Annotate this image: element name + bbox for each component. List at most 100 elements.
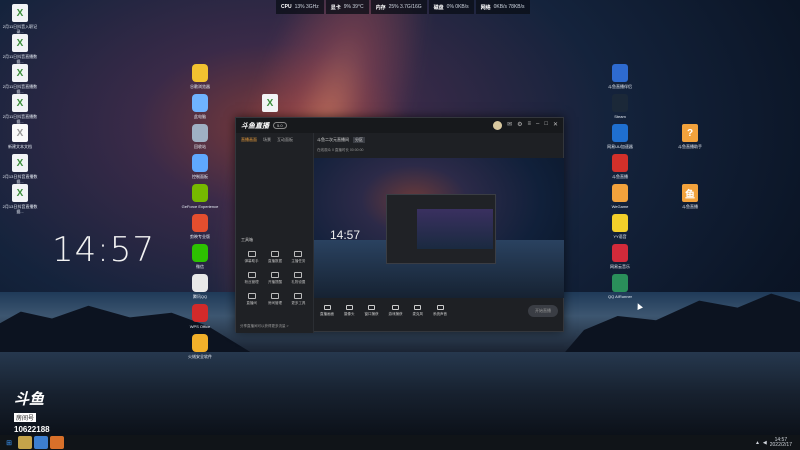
toolbar-icon — [323, 305, 331, 310]
help-icon: ? — [682, 124, 698, 142]
system-tray[interactable]: ▲ ◀ 14:57 2022/2/17 — [755, 437, 800, 448]
desktop-icon[interactable]: GeForce Experience — [180, 184, 220, 209]
tool-item[interactable]: 房间管理 — [263, 293, 286, 306]
toolbar-button[interactable]: 直播画面 — [320, 305, 334, 317]
user-avatar[interactable] — [493, 121, 503, 130]
network-icon[interactable]: ▲ — [755, 440, 760, 446]
desktop-icon[interactable]: QQ AIRunner — [600, 274, 640, 299]
tool-label: 房间管理 — [267, 301, 282, 305]
toolbar-icon — [392, 305, 399, 310]
live-streaming-app-window[interactable]: 斗鱼直播 5.0 ✉ ⚙ ≡ – □ ✕ 直播画面 场景 互动面板 工具箱 弹幕… — [235, 117, 564, 333]
desktop-icon[interactable]: 斗鱼直播 — [600, 154, 640, 179]
desktop-icon[interactable]: 谷歌浏览器 — [180, 64, 220, 89]
tool-icon — [294, 251, 303, 257]
desktop-icon[interactable]: 此电脑 — [180, 94, 220, 119]
taskbar-app-icon[interactable] — [50, 436, 64, 449]
menu-icon[interactable]: ≡ — [527, 121, 531, 130]
desktop-icon[interactable]: Steam — [600, 94, 640, 119]
desktop-icon-label: 2月11日抖音入职记录... — [2, 24, 38, 34]
qq-icon — [192, 274, 208, 292]
desktop-icon[interactable]: X 2月13日抖音直播数据... — [0, 154, 40, 184]
category-tag[interactable]: 分区 — [353, 136, 365, 143]
tab-scenes[interactable]: 场景 — [263, 137, 271, 143]
toolbar-button[interactable]: 游戏捕获 — [389, 305, 403, 317]
desktop-icon[interactable]: 网易UU加速器 — [600, 124, 640, 149]
settings-icon[interactable]: ⚙ — [517, 121, 522, 130]
toolbar-button[interactable]: 窗口捕获 — [365, 305, 379, 317]
desktop-icon[interactable]: ? 斗鱼直播助手 — [670, 124, 710, 149]
desktop-icon[interactable]: 网易云音乐 — [600, 244, 640, 269]
mail-icon[interactable]: ✉ — [507, 121, 512, 130]
desktop-icon[interactable]: X 2月11日抖音直播数据... — [0, 34, 40, 64]
control-panel-icon — [192, 154, 208, 172]
room-title[interactable]: 斗鱼二次元直播间 — [317, 137, 349, 143]
desktop-icon[interactable]: 鱼斗鱼直播 — [670, 184, 710, 209]
tool-icon — [247, 293, 256, 299]
douyu-logo: 斗鱼 — [14, 391, 45, 408]
minimize-icon[interactable]: – — [536, 121, 539, 130]
volume-icon[interactable]: ◀ — [763, 440, 767, 446]
room-label: 房间号 — [14, 413, 37, 422]
memory-monitor: 内存 25% 3.7G/16G — [370, 0, 427, 14]
tool-item[interactable]: 直播数据 — [263, 251, 286, 264]
taskbar-app-icon[interactable] — [18, 436, 32, 449]
toolbar-icon — [368, 305, 375, 310]
tool-label: 更多工具 — [291, 301, 306, 305]
tools-grid: 弹幕助手 直播数据 主播任务粉丝管理 开播提醒 礼物设置直播间 房间管理 更多工具 — [240, 251, 310, 306]
desktop-icon[interactable]: 微信 — [180, 244, 220, 269]
security-icon — [192, 334, 208, 352]
desktop-icon[interactable]: WPS Office — [180, 304, 220, 329]
toolbar-label: 窗口捕获 — [364, 312, 379, 316]
gpu-monitor: 显卡 9% 39°C — [325, 0, 369, 14]
desktop-icon[interactable]: 回收站 — [180, 124, 220, 149]
desktop-icon-label: 斗鱼直播 — [612, 174, 628, 179]
tool-item[interactable]: 粉丝管理 — [240, 272, 263, 285]
desktop-icon[interactable]: X 2月13日抖音直播数据... — [0, 184, 40, 214]
stream-preview[interactable]: 14:57 — [314, 158, 564, 298]
desktop-icon[interactable]: X 新建文本文档 — [0, 124, 40, 149]
yy-icon — [612, 214, 628, 232]
toolbar-button[interactable]: 系统声音 — [433, 305, 447, 317]
app-logo: 斗鱼直播 — [241, 122, 269, 130]
desktop-icon[interactable]: X 2月11日抖音直播数据... — [0, 64, 40, 94]
tool-item[interactable]: 弹幕助手 — [240, 251, 263, 264]
ai-icon — [612, 274, 628, 292]
desktop-icon[interactable]: 斗鱼直播伴侣 — [600, 64, 640, 89]
share-hint[interactable]: 分享直播间可以获得更多流量 > — [240, 324, 289, 329]
toolbar-icon — [436, 305, 444, 310]
tool-item[interactable]: 更多工具 — [287, 293, 310, 306]
toolbar-button[interactable]: 麦克风 — [413, 305, 423, 317]
maximize-icon[interactable]: □ — [544, 121, 548, 130]
start-icon[interactable]: ⊞ — [2, 436, 16, 449]
desktop-icon[interactable]: X — [250, 94, 290, 112]
tool-label: 主播任务 — [291, 259, 306, 263]
tool-item[interactable]: 礼物设置 — [287, 272, 310, 285]
stream-stats: 在线观众 0 直播时长 00:00:00 — [317, 148, 364, 152]
tool-item[interactable]: 开播提醒 — [263, 272, 286, 285]
desktop-icon[interactable]: X 2月11日抖音直播数据... — [0, 94, 40, 124]
tool-item[interactable]: 主播任务 — [287, 251, 310, 264]
desktop-icon-label: 新建文本文档 — [8, 144, 32, 149]
desktop-icon[interactable]: 腾讯QQ — [180, 274, 220, 299]
go-live-button[interactable]: 开始直播 — [528, 305, 558, 317]
taskbar-app-icon[interactable] — [34, 436, 48, 449]
desktop-icon[interactable]: YY语音 — [600, 214, 640, 239]
version-badge[interactable]: 5.0 — [273, 122, 287, 129]
nvidia-icon — [192, 184, 208, 202]
desktop-icon[interactable]: 火绒安全软件 — [180, 334, 220, 359]
desktop-icon-label: QQ AIRunner — [607, 294, 632, 299]
close-icon[interactable]: ✕ — [553, 121, 558, 130]
doc-icon: X — [12, 34, 28, 52]
desktop-icon[interactable]: 控制面板 — [180, 154, 220, 179]
toolbar-button[interactable]: 摄像头 — [344, 305, 355, 317]
tray-date[interactable]: 2022/2/17 — [770, 442, 792, 448]
desktop-icon[interactable]: X 2月11日抖音入职记录... — [0, 4, 40, 34]
desktop-icon[interactable]: WeGame — [600, 184, 640, 209]
desktop-icon-label: 网易云音乐 — [610, 264, 630, 269]
tab-interaction[interactable]: 互动面板 — [277, 137, 293, 143]
app-titlebar[interactable]: 斗鱼直播 5.0 ✉ ⚙ ≡ – □ ✕ — [236, 118, 563, 133]
desktop-icon-label: 2月13日抖音直播数据... — [2, 174, 38, 184]
tool-item[interactable]: 直播间 — [240, 293, 263, 306]
desktop-icon[interactable]: 剪映专业版 — [180, 214, 220, 239]
tab-scene[interactable]: 直播画面 — [241, 137, 257, 143]
